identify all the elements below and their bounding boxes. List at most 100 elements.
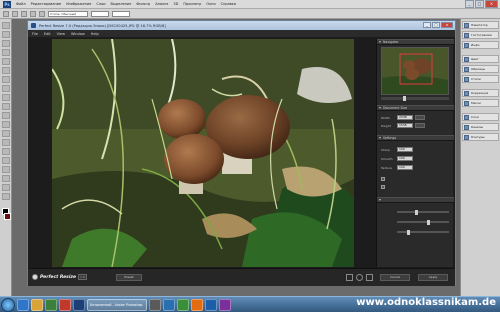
close-button[interactable]: × — [485, 0, 498, 8]
width-input[interactable]: 2048 — [397, 115, 413, 120]
adjust-slider[interactable] — [397, 229, 449, 235]
eraser-tool-icon[interactable] — [1, 112, 10, 119]
ie-icon[interactable] — [17, 298, 29, 311]
sharpness-input[interactable]: 100 — [397, 147, 413, 152]
firefox-icon[interactable] — [191, 298, 203, 311]
navigator-panel-header[interactable]: Navigator — [377, 39, 454, 45]
app-icon[interactable] — [59, 298, 71, 311]
eyedropper-tool-icon[interactable] — [1, 67, 10, 74]
cancel-button[interactable]: Cancel — [380, 274, 410, 281]
height-input[interactable]: 1536 — [397, 123, 413, 128]
height-unit-select[interactable] — [415, 123, 425, 128]
adjust-slider[interactable] — [397, 219, 449, 225]
brush-tool-icon[interactable] — [1, 85, 10, 92]
sub-panel-header[interactable] — [377, 197, 454, 203]
option-checkbox[interactable] — [381, 185, 385, 189]
gradient-tool-icon[interactable] — [1, 121, 10, 128]
image-preview[interactable] — [52, 39, 354, 267]
apply-button[interactable]: Apply — [418, 274, 448, 281]
add-selection-icon[interactable] — [21, 10, 27, 17]
menu-edit[interactable]: Редактирование — [31, 2, 62, 6]
width-field[interactable] — [91, 10, 109, 17]
menu-file[interactable]: Файл — [16, 2, 26, 6]
slider-knob[interactable] — [427, 219, 430, 225]
blur-tool-icon[interactable] — [1, 130, 10, 137]
adjust-slider[interactable] — [397, 209, 449, 215]
perfect-resize-task-icon[interactable] — [149, 298, 161, 311]
menu-filter[interactable]: Фильтр — [136, 2, 150, 6]
hand-tool-icon[interactable] — [1, 184, 10, 191]
document-size-panel-header[interactable]: Document Size — [377, 105, 454, 111]
subtract-selection-icon[interactable] — [30, 10, 36, 17]
background-color-swatch[interactable] — [4, 213, 11, 220]
zoom-slider-knob[interactable] — [403, 96, 406, 101]
dock-channels[interactable]: Каналы — [462, 123, 499, 131]
type-tool-icon[interactable] — [1, 157, 10, 164]
path-selection-tool-icon[interactable] — [1, 166, 10, 173]
new-selection-icon[interactable] — [12, 10, 18, 17]
menu-analysis[interactable]: Анализ — [155, 2, 168, 6]
skype-icon[interactable] — [205, 298, 217, 311]
menu-select[interactable]: Выделение — [111, 2, 132, 6]
height-field[interactable] — [112, 10, 130, 17]
dock-paths[interactable]: Контуры — [462, 133, 499, 141]
dock-navigator[interactable]: Навигатор — [462, 21, 499, 29]
preset-button[interactable]: Preset — [116, 274, 142, 281]
menu-help[interactable]: Help — [91, 32, 99, 36]
dock-swatches[interactable]: Образцы — [462, 65, 499, 73]
option-checkbox[interactable] — [381, 177, 385, 181]
menu-image[interactable]: Изображение — [66, 2, 91, 6]
explorer-icon[interactable] — [31, 298, 43, 311]
menu-file[interactable]: File — [32, 32, 38, 36]
healing-tool-icon[interactable] — [1, 76, 10, 83]
texture-input[interactable]: 100 — [397, 165, 413, 170]
menu-3d[interactable]: 3D — [173, 2, 178, 6]
style-select[interactable]: Стиль: Обычный — [48, 10, 88, 17]
hand-icon[interactable] — [366, 274, 373, 281]
dock-adjustments[interactable]: Коррекция — [462, 89, 499, 97]
maximize-button[interactable]: □ — [475, 0, 484, 8]
app-icon[interactable] — [219, 298, 231, 311]
marquee-tool-icon[interactable] — [1, 31, 10, 38]
menu-help[interactable]: Справка — [221, 2, 236, 6]
settings-panel-header[interactable]: Settings — [377, 135, 454, 141]
menu-layers[interactable]: Слои — [96, 2, 105, 6]
lasso-tool-icon[interactable] — [1, 40, 10, 47]
dock-styles[interactable]: Стили — [462, 75, 499, 83]
magic-wand-tool-icon[interactable] — [1, 49, 10, 56]
dock-info[interactable]: Инфо — [462, 41, 499, 49]
close-button[interactable]: × — [441, 22, 453, 28]
menu-window[interactable]: Window — [71, 32, 85, 36]
dock-layers[interactable]: Слои — [462, 113, 499, 121]
dock-masks[interactable]: Маски — [462, 99, 499, 107]
marquee-tool-icon[interactable] — [3, 10, 9, 17]
media-icon[interactable] — [45, 298, 57, 311]
width-unit-select[interactable] — [415, 115, 425, 120]
dodge-tool-icon[interactable] — [1, 139, 10, 146]
dock-histogram[interactable]: Гистограмма — [462, 31, 499, 39]
menu-window[interactable]: Окно — [206, 2, 215, 6]
history-brush-tool-icon[interactable] — [1, 103, 10, 110]
minimize-button[interactable]: _ — [423, 22, 431, 28]
stamp-tool-icon[interactable] — [1, 94, 10, 101]
word-icon[interactable] — [163, 298, 175, 311]
photoshop-icon[interactable] — [73, 298, 85, 311]
start-button[interactable] — [1, 297, 15, 312]
navigator-thumbnail[interactable] — [381, 47, 449, 95]
shape-tool-icon[interactable] — [1, 175, 10, 182]
menu-view[interactable]: View — [57, 32, 65, 36]
crop-tool-icon[interactable] — [1, 58, 10, 65]
smoothness-input[interactable]: 100 — [397, 156, 413, 161]
menu-edit[interactable]: Edit — [44, 32, 51, 36]
active-task[interactable]: Безымянный - Adobe Photoshop — [87, 298, 147, 311]
slider-knob[interactable] — [407, 229, 410, 235]
move-tool-icon[interactable] — [1, 22, 10, 29]
dock-color[interactable]: Цвет — [462, 55, 499, 63]
maximize-button[interactable]: □ — [432, 22, 440, 28]
zoom-slider[interactable] — [381, 96, 449, 101]
zoom-icon[interactable] — [356, 274, 363, 281]
excel-icon[interactable] — [177, 298, 189, 311]
slider-knob[interactable] — [415, 209, 418, 215]
minimize-button[interactable]: _ — [465, 0, 474, 8]
zoom-fit-icon[interactable] — [346, 274, 353, 281]
